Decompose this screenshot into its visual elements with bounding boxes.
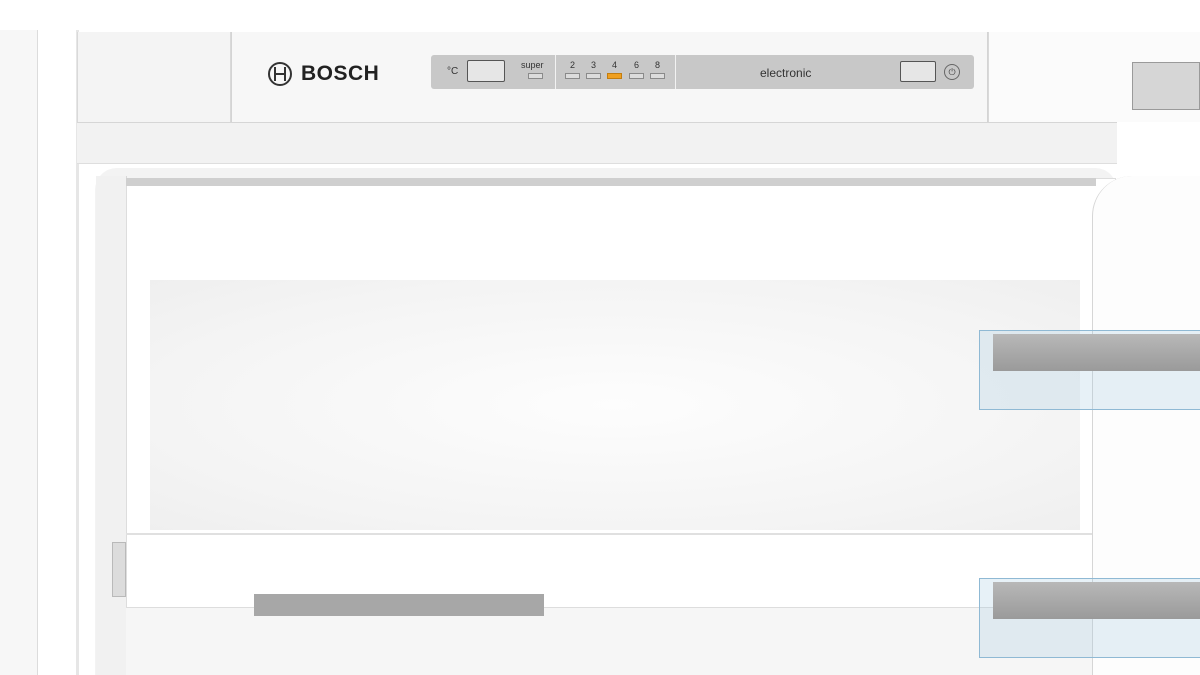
fridge-scene: BOSCH °C super 2 3 4 6 8 electronic ⏻ — [0, 0, 1200, 675]
mode-label: electronic — [760, 66, 812, 80]
level-led-6[interactable] — [629, 73, 644, 79]
level-label-3: 3 — [590, 60, 596, 70]
door-top-rim — [126, 178, 1096, 186]
control-strip — [431, 55, 974, 89]
shelf-trim-lower — [993, 582, 1200, 619]
strip-divider — [555, 55, 556, 89]
shelf-trim-upper — [993, 334, 1200, 371]
super-button[interactable] — [528, 73, 543, 79]
temperature-display[interactable] — [467, 60, 505, 82]
level-led-4[interactable] — [607, 73, 622, 79]
bosch-logo-icon — [268, 62, 292, 86]
panel-underside — [77, 122, 1117, 164]
info-display[interactable] — [900, 61, 936, 82]
left-liner — [96, 176, 127, 675]
strip-divider — [675, 55, 676, 89]
temperature-unit-label: °C — [447, 66, 459, 77]
top-hinge — [1132, 62, 1200, 110]
level-label-4: 4 — [611, 60, 617, 70]
level-led-2[interactable] — [565, 73, 580, 79]
power-button-icon[interactable]: ⏻ — [944, 64, 960, 80]
brand-name: BOSCH — [301, 62, 380, 85]
door-hinge — [112, 542, 126, 597]
super-label: super — [521, 60, 544, 70]
panel-left-trim — [77, 32, 231, 123]
left-cabinet-gap — [0, 30, 38, 675]
level-led-8[interactable] — [650, 73, 665, 79]
brand-logo: BOSCH — [268, 61, 379, 87]
level-label-6: 6 — [633, 60, 639, 70]
door-seam — [126, 533, 1096, 535]
door-handle[interactable] — [254, 594, 544, 616]
level-label-2: 2 — [569, 60, 575, 70]
door-surface-shading — [150, 280, 1080, 530]
level-led-3[interactable] — [586, 73, 601, 79]
lower-compartment — [126, 608, 1116, 675]
level-label-8: 8 — [654, 60, 660, 70]
cabinet-top — [37, 0, 1200, 30]
